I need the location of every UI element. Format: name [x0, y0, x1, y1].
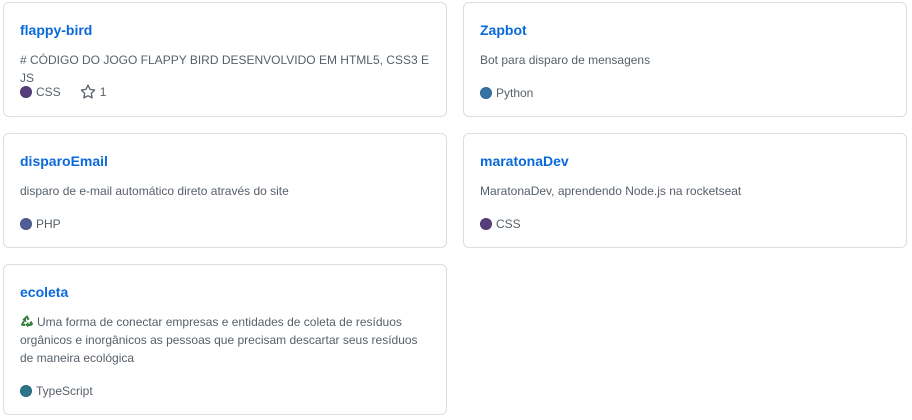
language-label: CSS: [36, 85, 61, 99]
stargazers-link[interactable]: 1: [80, 84, 107, 100]
language-color-dot: [20, 385, 32, 397]
repo-name-link[interactable]: Zapbot: [480, 22, 527, 38]
repo-description: disparo de e-mail automático direto atra…: [20, 184, 289, 198]
repo-meta: CSS 1: [20, 84, 106, 100]
repo-description: # CÓDIGO DO JOGO FLAPPY BIRD DESENVOLVID…: [20, 53, 429, 85]
repo-description: MaratonaDev, aprendendo Node.js na rocke…: [480, 184, 742, 198]
repo-card-maratonadev: maratonaDev MaratonaDev, aprendendo Node…: [463, 133, 907, 248]
repo-name-link[interactable]: ecoleta: [20, 284, 68, 300]
repo-description: Uma forma de conectar empresas e entidad…: [20, 313, 430, 367]
repo-description: Bot para disparo de mensagens: [480, 53, 651, 67]
repo-name-link[interactable]: disparoEmail: [20, 153, 108, 169]
recycle-emoji-icon: [20, 314, 34, 328]
repo-card-zapbot: Zapbot Bot para disparo de mensagens Pyt…: [463, 2, 907, 117]
language-label: TypeScript: [36, 384, 93, 398]
repo-name-link[interactable]: flappy-bird: [20, 22, 92, 38]
language-color-dot: [20, 218, 32, 230]
language-color-dot: [480, 87, 492, 99]
repo-card-flappy-bird: flappy-bird # CÓDIGO DO JOGO FLAPPY BIRD…: [3, 2, 447, 117]
star-icon: [80, 84, 95, 99]
repo-meta: PHP: [20, 217, 61, 231]
repo-description-text: Uma forma de conectar empresas e entidad…: [20, 315, 418, 365]
language-label: PHP: [36, 217, 61, 231]
star-count: 1: [99, 85, 107, 99]
repo-meta: CSS: [480, 217, 521, 231]
repo-meta: Python: [480, 86, 533, 100]
language-label: Python: [496, 86, 534, 100]
language-color-dot: [20, 86, 32, 98]
repo-meta: TypeScript: [20, 384, 93, 398]
repo-card-ecoleta: ecoleta Uma forma de conectar empresas e…: [3, 264, 447, 415]
language-label: CSS: [496, 217, 521, 231]
language-color-dot: [480, 218, 492, 230]
repo-name-link[interactable]: maratonaDev: [480, 153, 569, 169]
repo-card-disparoemail: disparoEmail disparo de e-mail automátic…: [3, 133, 447, 248]
